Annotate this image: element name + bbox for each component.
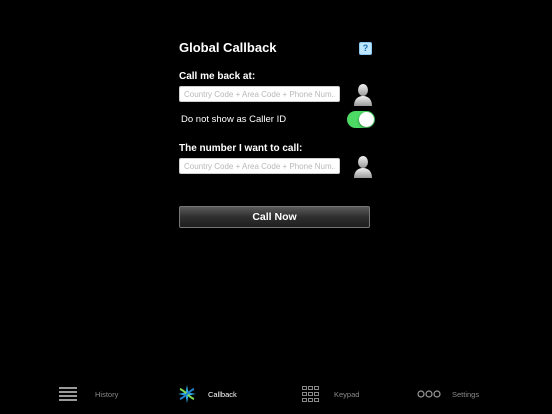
toggle-knob (359, 112, 374, 127)
more-dots-icon (417, 390, 441, 398)
contact-person-icon (354, 156, 372, 178)
call-now-button[interactable]: Call Now (179, 206, 370, 228)
tab-keypad[interactable]: Keypad (302, 382, 359, 406)
tab-keypad-label: Keypad (334, 389, 360, 399)
caller-id-toggle[interactable] (347, 111, 375, 128)
tab-callback-label: Callback (208, 389, 237, 399)
page-title: Global Callback (179, 40, 277, 55)
target-number-input[interactable] (179, 158, 340, 174)
tab-callback[interactable]: Callback (177, 382, 237, 406)
list-icon (59, 387, 77, 401)
target-contact-button[interactable] (352, 154, 374, 178)
callback-label: Call me back at: (179, 71, 256, 82)
callback-number-input[interactable] (179, 86, 340, 102)
tab-settings[interactable]: Settings (417, 382, 479, 406)
tab-settings-label: Settings (452, 389, 480, 399)
tab-history[interactable]: History (59, 382, 118, 406)
target-label: The number I want to call: (179, 143, 303, 154)
caller-id-label: Do not show as Caller ID (181, 114, 287, 125)
tab-history-label: History (95, 389, 119, 399)
help-button[interactable]: ? (359, 42, 372, 55)
callback-contact-button[interactable] (352, 82, 374, 106)
callback-icon (178, 385, 196, 403)
keypad-grid-icon (302, 386, 319, 402)
question-icon: ? (362, 43, 369, 53)
contact-person-icon (354, 84, 372, 106)
